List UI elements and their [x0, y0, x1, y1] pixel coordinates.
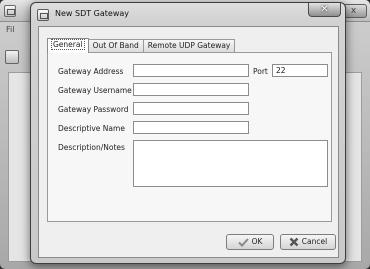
gateway-address-field[interactable] — [133, 64, 249, 77]
cancel-button-label: Cancel — [301, 237, 328, 246]
tab-out-of-band[interactable]: Out Of Band — [87, 39, 144, 53]
x-cross-icon — [289, 237, 299, 247]
port-label: Port — [253, 67, 268, 76]
window-app-icon — [37, 9, 49, 21]
tab-general-label: General — [51, 39, 85, 50]
dialog-client-area: General Out Of Band Remote UDP Gateway G… — [38, 26, 339, 258]
gateway-username-label: Gateway Username — [58, 86, 132, 95]
description-notes-label: Description/Notes — [58, 143, 125, 152]
dialog-close-button[interactable]: ✕ — [308, 3, 341, 17]
gateway-username-field[interactable] — [133, 83, 249, 96]
app-icon — [4, 5, 16, 17]
gateway-password-field[interactable] — [133, 102, 249, 115]
gateway-password-label: Gateway Password — [58, 105, 129, 114]
description-notes-textarea[interactable] — [133, 140, 328, 187]
descriptive-name-field[interactable] — [133, 121, 249, 134]
checkmark-icon — [237, 237, 249, 247]
ok-button-label: OK — [251, 237, 263, 246]
ok-button[interactable]: OK — [226, 234, 274, 250]
tab-bar: General Out Of Band Remote UDP Gateway — [47, 38, 236, 53]
descriptive-name-label: Descriptive Name — [58, 124, 125, 133]
port-field[interactable] — [272, 64, 328, 77]
tab-remote-udp-gateway[interactable]: Remote UDP Gateway — [142, 39, 236, 53]
general-tab-panel: Gateway Address Port Gateway Username Ga… — [47, 52, 332, 222]
new-sdt-gateway-dialog: New SDT Gateway ✕ General Out Of Band Re… — [30, 2, 346, 264]
dialog-title: New SDT Gateway — [55, 9, 129, 18]
background-menu-file[interactable]: Fil — [6, 25, 14, 34]
cancel-button[interactable]: Cancel — [280, 234, 336, 250]
tab-general[interactable]: General — [47, 38, 89, 53]
gateway-address-label: Gateway Address — [58, 67, 124, 76]
background-toolbar-icon[interactable] — [5, 50, 19, 64]
